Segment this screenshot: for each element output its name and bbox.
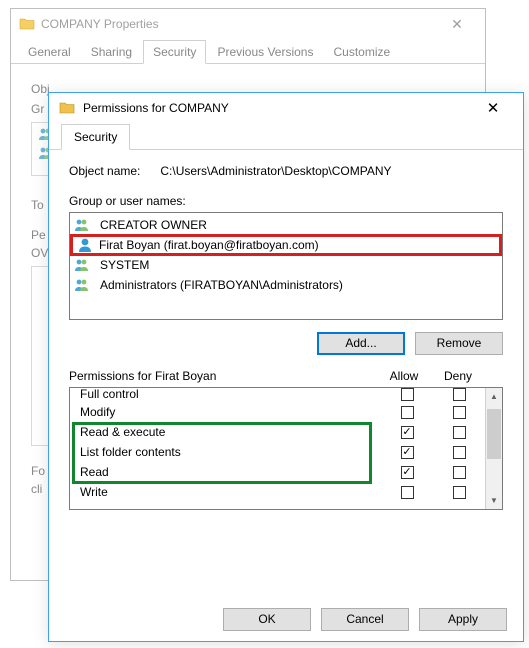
list-item-label: Firat Boyan (firat.boyan@firatboyan.com) [99, 238, 319, 252]
tab-previous-versions[interactable]: Previous Versions [208, 41, 322, 63]
tab-security[interactable]: Security [143, 40, 206, 64]
list-item-label: SYSTEM [100, 258, 149, 272]
deny-checkbox[interactable] [453, 426, 466, 439]
permissions-title: Permissions for Firat Boyan [69, 369, 377, 383]
deny-checkbox[interactable] [453, 466, 466, 479]
front-titlebar: Permissions for COMPANY ✕ [49, 93, 523, 123]
back-titlebar: COMPANY Properties ✕ [11, 9, 485, 39]
object-name-label: Object name: [69, 164, 140, 178]
deny-checkbox[interactable] [453, 446, 466, 459]
scroll-down-icon[interactable]: ▼ [486, 492, 502, 509]
folder-icon [19, 16, 35, 32]
scroll-up-icon[interactable]: ▲ [486, 388, 502, 405]
apply-button[interactable]: Apply [419, 608, 507, 631]
perm-row-write: Write [70, 482, 485, 502]
permissions-window: Permissions for COMPANY ✕ Security Objec… [48, 92, 524, 642]
cancel-button[interactable]: Cancel [321, 608, 409, 631]
allow-checkbox[interactable]: ✓ [401, 466, 414, 479]
group-icon [74, 218, 90, 232]
perm-row-full-control: Full control [70, 388, 485, 402]
permissions-list: Full control Modify Read & execute ✓ Lis… [70, 388, 485, 509]
list-item[interactable]: SYSTEM [70, 255, 502, 275]
dialog-footer-buttons: OK Cancel Apply [223, 608, 507, 631]
scrollbar[interactable]: ▲ ▼ [485, 388, 502, 509]
tab-customize[interactable]: Customize [324, 41, 399, 63]
perm-row-read-execute: Read & execute ✓ [70, 422, 485, 442]
list-item-selected[interactable]: Firat Boyan (firat.boyan@firatboyan.com) [70, 234, 502, 256]
scroll-track[interactable] [486, 405, 502, 492]
permissions-header: Permissions for Firat Boyan Allow Deny [69, 369, 503, 383]
close-icon[interactable]: ✕ [437, 16, 477, 33]
group-icon [74, 278, 90, 292]
folder-icon [59, 100, 75, 116]
tab-sharing[interactable]: Sharing [82, 41, 141, 63]
close-icon[interactable]: ✕ [473, 99, 513, 117]
allow-checkbox[interactable]: ✓ [401, 446, 414, 459]
object-name-row: Object name: C:\Users\Administrator\Desk… [69, 164, 503, 178]
deny-header: Deny [431, 369, 485, 383]
deny-checkbox[interactable] [453, 486, 466, 499]
remove-button[interactable]: Remove [415, 332, 503, 355]
ok-button[interactable]: OK [223, 608, 311, 631]
list-item-label: CREATOR OWNER [100, 218, 207, 232]
allow-checkbox[interactable] [401, 486, 414, 499]
object-name-value: C:\Users\Administrator\Desktop\COMPANY [160, 164, 391, 178]
permissions-listbox: Full control Modify Read & execute ✓ Lis… [69, 387, 503, 510]
group-user-buttons: Add... Remove [69, 332, 503, 355]
user-icon [77, 237, 93, 253]
perm-row-list-folder: List folder contents ✓ [70, 442, 485, 462]
allow-checkbox[interactable]: ✓ [401, 426, 414, 439]
back-tabs: General Sharing Security Previous Versio… [11, 39, 485, 64]
list-item[interactable]: Administrators (FIRATBOYAN\Administrator… [70, 275, 502, 295]
front-tabs: Security [49, 123, 523, 150]
scroll-thumb[interactable] [487, 409, 501, 459]
tab-general[interactable]: General [19, 41, 80, 63]
list-item[interactable]: CREATOR OWNER [70, 215, 502, 235]
front-body: Object name: C:\Users\Administrator\Desk… [49, 150, 523, 520]
add-button[interactable]: Add... [317, 332, 405, 355]
group-user-label: Group or user names: [69, 194, 503, 208]
perm-row-modify: Modify [70, 402, 485, 422]
perm-row-read: Read ✓ [70, 462, 485, 482]
deny-checkbox[interactable] [453, 388, 466, 401]
group-user-listbox[interactable]: CREATOR OWNER Firat Boyan (firat.boyan@f… [69, 212, 503, 320]
allow-header: Allow [377, 369, 431, 383]
tab-security[interactable]: Security [61, 124, 130, 150]
group-icon [74, 258, 90, 272]
allow-checkbox[interactable] [401, 388, 414, 401]
back-window-title: COMPANY Properties [41, 17, 159, 31]
list-item-label: Administrators (FIRATBOYAN\Administrator… [100, 278, 343, 292]
deny-checkbox[interactable] [453, 406, 466, 419]
allow-checkbox[interactable] [401, 406, 414, 419]
front-window-title: Permissions for COMPANY [83, 101, 229, 115]
